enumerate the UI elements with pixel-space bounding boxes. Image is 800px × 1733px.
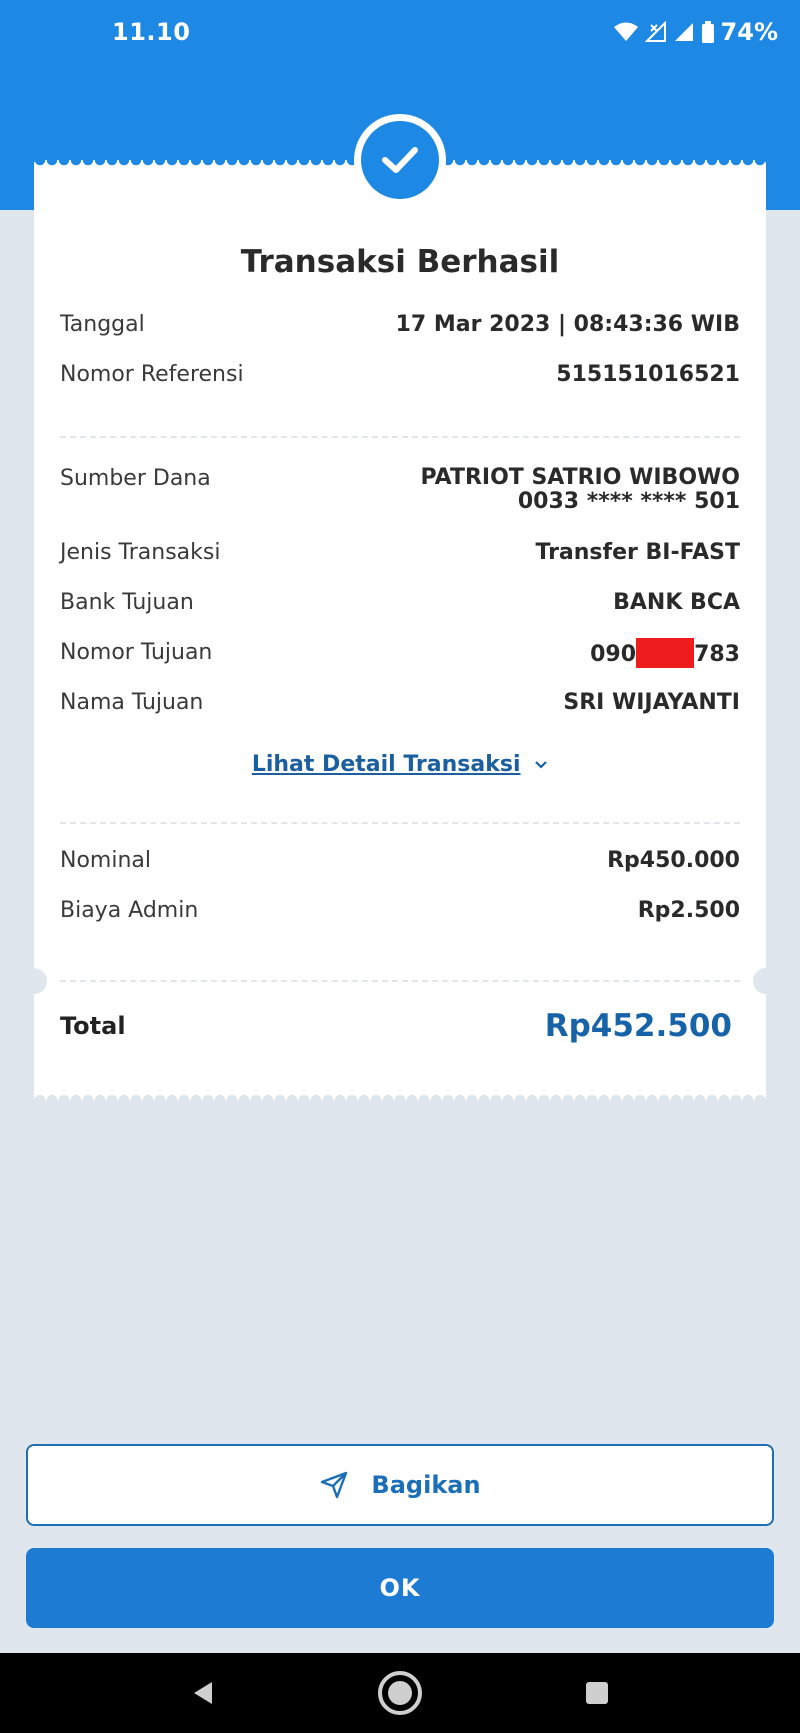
row-label: Jenis Transaksi xyxy=(60,540,221,565)
signal-icon xyxy=(644,21,666,42)
receipt-bottom-edge xyxy=(34,1090,766,1100)
view-detail-link[interactable]: Lihat Detail Transaksi xyxy=(34,752,766,777)
redaction-mask xyxy=(636,638,695,668)
back-triangle-icon xyxy=(194,1682,212,1704)
checkmark-icon xyxy=(382,147,418,173)
total-row: Total Rp452.500 xyxy=(60,1008,732,1044)
row-label: Tanggal xyxy=(60,312,145,337)
divider xyxy=(60,822,740,824)
source-account-name: PATRIOT SATRIO WIBOWO xyxy=(420,465,740,490)
destination-number-suffix: 783 xyxy=(694,642,740,667)
receipt-title: Transaksi Berhasil xyxy=(240,244,560,280)
row-value: PATRIOT SATRIO WIBOWO 0033 **** **** 501 xyxy=(421,466,740,514)
row-biaya-admin: Biaya Admin Rp2.500 xyxy=(60,898,740,923)
row-nominal: Nominal Rp450.000 xyxy=(60,848,740,873)
total-value: Rp452.500 xyxy=(544,1008,732,1044)
row-value: Transfer BI-FAST xyxy=(535,540,740,565)
success-badge xyxy=(354,114,446,206)
success-circle xyxy=(361,121,439,199)
row-value: BANK BCA xyxy=(613,590,740,615)
divider xyxy=(60,436,740,438)
row-label: Nomor Referensi xyxy=(60,362,244,387)
share-button-label: Bagikan xyxy=(371,1471,481,1499)
row-value: SRI WIJAYANTI xyxy=(563,690,740,715)
back-button[interactable] xyxy=(190,1679,216,1707)
share-button[interactable]: Bagikan xyxy=(26,1444,774,1526)
system-nav-bar xyxy=(0,1653,800,1733)
row-nomor-referensi: Nomor Referensi 515151016521 xyxy=(60,362,740,387)
row-bank-tujuan: Bank Tujuan BANK BCA xyxy=(60,590,740,615)
row-label: Biaya Admin xyxy=(60,898,199,923)
total-label: Total xyxy=(60,1012,126,1040)
destination-number-prefix: 090 xyxy=(590,642,637,667)
row-value: Rp450.000 xyxy=(607,848,740,873)
status-icons: 74% xyxy=(613,18,778,46)
divider xyxy=(60,980,740,982)
receipt-card: Transaksi Berhasil Tanggal 17 Mar 2023 |… xyxy=(21,160,779,1100)
row-value: Rp2.500 xyxy=(637,898,740,923)
row-label: Sumber Dana xyxy=(60,466,211,491)
ok-button[interactable]: OK xyxy=(26,1548,774,1628)
row-nomor-tujuan: Nomor Tujuan 090 783 xyxy=(60,638,740,670)
row-label: Nama Tujuan xyxy=(60,690,204,715)
row-sumber-dana: Sumber Dana PATRIOT SATRIO WIBOWO 0033 *… xyxy=(60,466,740,514)
row-value: 090 783 xyxy=(590,638,740,670)
row-value: 17 Mar 2023 | 08:43:36 WIB xyxy=(395,312,740,337)
wifi-icon xyxy=(613,22,638,41)
home-button[interactable] xyxy=(376,1669,424,1717)
row-label: Bank Tujuan xyxy=(60,590,194,615)
row-tanggal: Tanggal 17 Mar 2023 | 08:43:36 WIB xyxy=(60,312,740,337)
chevron-down-icon xyxy=(535,761,547,769)
row-value: 515151016521 xyxy=(556,362,740,387)
status-time: 11.10 xyxy=(112,18,191,46)
row-label: Nominal xyxy=(60,848,151,873)
receipt-notch-right xyxy=(753,968,779,994)
battery-icon xyxy=(701,21,714,43)
signal-strength-icon xyxy=(674,23,693,41)
ok-button-label: OK xyxy=(379,1574,421,1602)
status-bar: 11.10 74% xyxy=(0,0,800,66)
row-label: Nomor Tujuan xyxy=(60,640,213,665)
battery-percent: 74% xyxy=(720,18,778,46)
receipt-notch-left xyxy=(21,968,47,994)
row-nama-tujuan: Nama Tujuan SRI WIJAYANTI xyxy=(60,690,740,715)
source-account-number: 0033 **** **** 501 xyxy=(517,489,740,514)
view-detail-label: Lihat Detail Transaksi xyxy=(251,752,521,777)
recents-button[interactable] xyxy=(584,1680,610,1706)
row-jenis-transaksi: Jenis Transaksi Transfer BI-FAST xyxy=(60,540,740,565)
send-icon xyxy=(321,1471,348,1499)
home-circle-icon xyxy=(378,1671,422,1715)
recents-square-icon xyxy=(586,1682,608,1704)
